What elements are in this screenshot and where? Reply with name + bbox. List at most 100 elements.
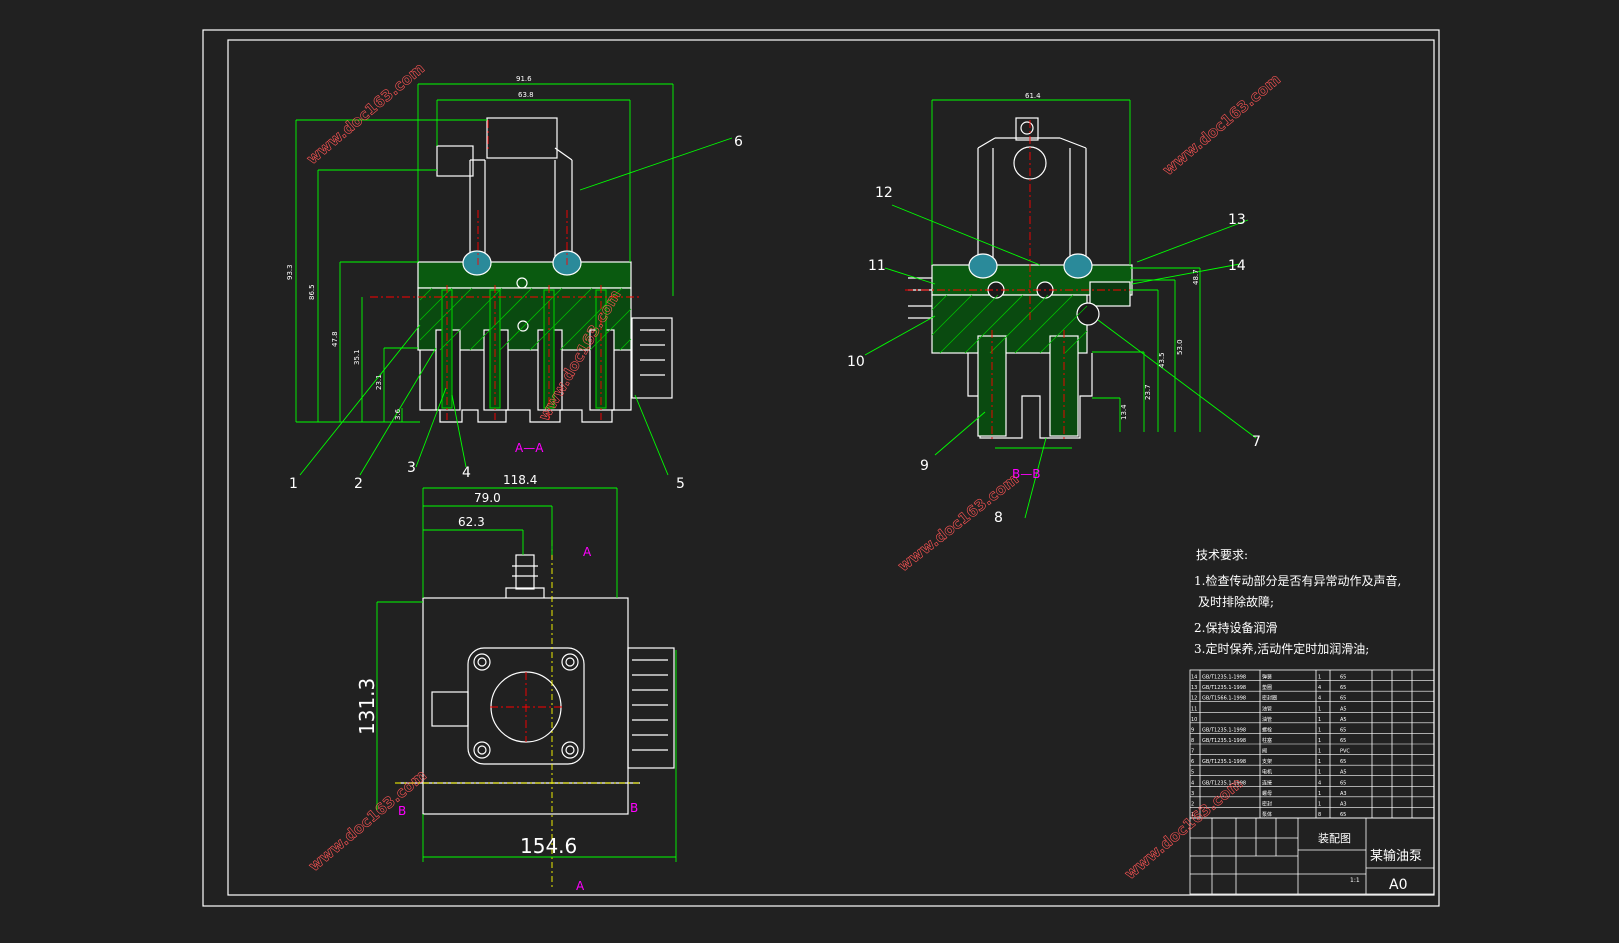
bom-cell: 65 xyxy=(1340,738,1346,744)
note-3: 3.定时保养,活动件定时加润滑油; xyxy=(1194,641,1369,656)
callout-3: 3 xyxy=(407,460,416,476)
top-dim-w3: 62.3 xyxy=(458,515,485,529)
note-1: 1.检查传动部分是否有异常动作及声音, xyxy=(1194,573,1401,588)
cut-b-left: B xyxy=(398,804,406,818)
bom-cell: 1 xyxy=(1318,727,1321,733)
callout-6: 6 xyxy=(734,134,743,150)
bom-cell: 弹簧 xyxy=(1262,674,1272,681)
bom-cell: 支架 xyxy=(1262,758,1272,765)
bom-cell: A5 xyxy=(1340,717,1347,723)
bom-cell: 油管 xyxy=(1262,705,1272,712)
aa-dim-left5: 23.1 xyxy=(375,374,383,390)
bom-cell: 1 xyxy=(1318,738,1321,744)
aa-dim-top2: 63.8 xyxy=(518,91,534,99)
bom-cell: 1 xyxy=(1318,675,1321,681)
drawing-name: 装配图 xyxy=(1318,832,1351,845)
top-dim-h: 131.3 xyxy=(355,678,379,735)
bb-dim-right2: 53.0 xyxy=(1176,339,1184,355)
callout-5: 5 xyxy=(676,476,685,492)
note-1-cont: 及时排除故障; xyxy=(1198,594,1274,609)
callout-9: 9 xyxy=(920,458,929,474)
cut-b-right: B xyxy=(630,801,638,815)
bom-cell: 65 xyxy=(1340,759,1346,765)
bb-dim-right1: 48.7 xyxy=(1192,269,1200,285)
bom-cell: 10 xyxy=(1191,717,1197,723)
bom-cell: 1 xyxy=(1318,770,1321,776)
top-dim-w-bottom: 154.6 xyxy=(520,834,577,858)
bom-cell: GB/T1235.1-1998 xyxy=(1202,675,1246,681)
top-dim-w1: 118.4 xyxy=(503,473,537,487)
callout-13: 13 xyxy=(1228,212,1246,228)
bom-cell: 8 xyxy=(1318,812,1321,818)
bom-cell: 65 xyxy=(1340,727,1346,733)
bom-cell: 4 xyxy=(1191,780,1194,786)
bom-cell: GB/T1235.1-1998 xyxy=(1202,759,1246,765)
cut-a-top: A xyxy=(583,545,592,559)
aa-dim-left1: 93.3 xyxy=(286,264,294,280)
bom-cell: A3 xyxy=(1340,791,1347,797)
bom-cell: 电机 xyxy=(1262,769,1272,776)
callout-1: 1 xyxy=(289,476,298,492)
bom-cell: 4 xyxy=(1318,685,1321,691)
section-view-bb xyxy=(908,117,1133,439)
bb-dim-right4: 23.7 xyxy=(1144,384,1152,400)
bom-cell: 11 xyxy=(1191,706,1197,712)
bom-cell: A5 xyxy=(1340,706,1347,712)
bom-cell: A3 xyxy=(1340,801,1347,807)
title-block-text: 装配图 某输油泵 A0 1:1 xyxy=(1318,832,1422,893)
bom-cell: 连接 xyxy=(1262,779,1272,786)
bom-cell: 13 xyxy=(1191,685,1197,691)
aa-dim-left3: 47.8 xyxy=(331,331,339,347)
bom-cell: 14 xyxy=(1191,675,1197,681)
bom-cell: 65 xyxy=(1340,780,1346,786)
bom-cell: 3 xyxy=(1191,791,1194,797)
bom-cell: 螺栓 xyxy=(1262,726,1272,733)
aa-dim-left4: 35.1 xyxy=(353,349,361,365)
bom-cell: 9 xyxy=(1191,727,1194,733)
callout-2: 2 xyxy=(354,476,363,492)
product-name: 某输油泵 xyxy=(1370,848,1422,864)
sheet-size: A0 xyxy=(1389,877,1407,893)
bom-cell: 1 xyxy=(1318,749,1321,755)
callout-8: 8 xyxy=(994,510,1003,526)
outer-frame xyxy=(202,29,1440,907)
bom-cell: 阀 xyxy=(1262,748,1267,755)
callout-4: 4 xyxy=(462,465,471,481)
notes-title: 技术要求: xyxy=(1196,548,1248,562)
watermark-6: www.doc163.com xyxy=(1121,774,1246,883)
watermark-4: www.doc163.com xyxy=(894,470,1022,575)
bom-cell: 65 xyxy=(1340,675,1346,681)
bom-cell: 65 xyxy=(1340,685,1346,691)
scale: 1:1 xyxy=(1350,877,1360,884)
bom-cell: PVC xyxy=(1340,749,1350,755)
bom-cell: 柱塞 xyxy=(1262,737,1272,744)
bom-cell: GB/T1566.1-1998 xyxy=(1202,696,1246,702)
technical-notes: 技术要求: 1.检查传动部分是否有异常动作及声音, 及时排除故障; 2.保持设备… xyxy=(1194,548,1401,656)
bom-cell: 65 xyxy=(1340,812,1346,818)
bb-dim-top: 61.4 xyxy=(1025,92,1041,100)
cad-drawing: 91.6 63.8 93.3 86.5 47.8 35.1 23.1 3.6 1… xyxy=(0,0,1619,939)
bom-cell: 螺母 xyxy=(1262,790,1272,797)
bom-cell: 4 xyxy=(1318,780,1321,786)
top-view xyxy=(400,554,675,815)
callout-10: 10 xyxy=(847,354,865,370)
bom-cell: 8 xyxy=(1191,738,1194,744)
watermark-1: www.doc163.com xyxy=(303,59,428,168)
bom-cell: 2 xyxy=(1191,801,1194,807)
cut-a-bottom: A xyxy=(576,879,585,893)
bom-cell: 1 xyxy=(1318,801,1321,807)
section-view-aa xyxy=(417,117,673,423)
bom-cell: GB/T1235.1-1998 xyxy=(1202,738,1246,744)
aa-dim-top1: 91.6 xyxy=(516,75,532,83)
drawing-canvas: 91.6 63.8 93.3 86.5 47.8 35.1 23.1 3.6 1… xyxy=(202,29,1440,907)
aa-section-label: A—A xyxy=(515,441,544,455)
watermark-2: www.doc163.com xyxy=(1159,70,1284,179)
callout-11: 11 xyxy=(868,258,886,274)
bom-cell: A5 xyxy=(1340,770,1347,776)
watermarks: www.doc163.com www.doc163.com www.doc163… xyxy=(303,59,1285,884)
bom-cell: 5 xyxy=(1191,770,1194,776)
callout-7: 7 xyxy=(1252,434,1261,450)
bb-dim-right3: 43.5 xyxy=(1158,352,1166,368)
bom-cell: 1 xyxy=(1318,717,1321,723)
callout-12: 12 xyxy=(875,185,893,201)
